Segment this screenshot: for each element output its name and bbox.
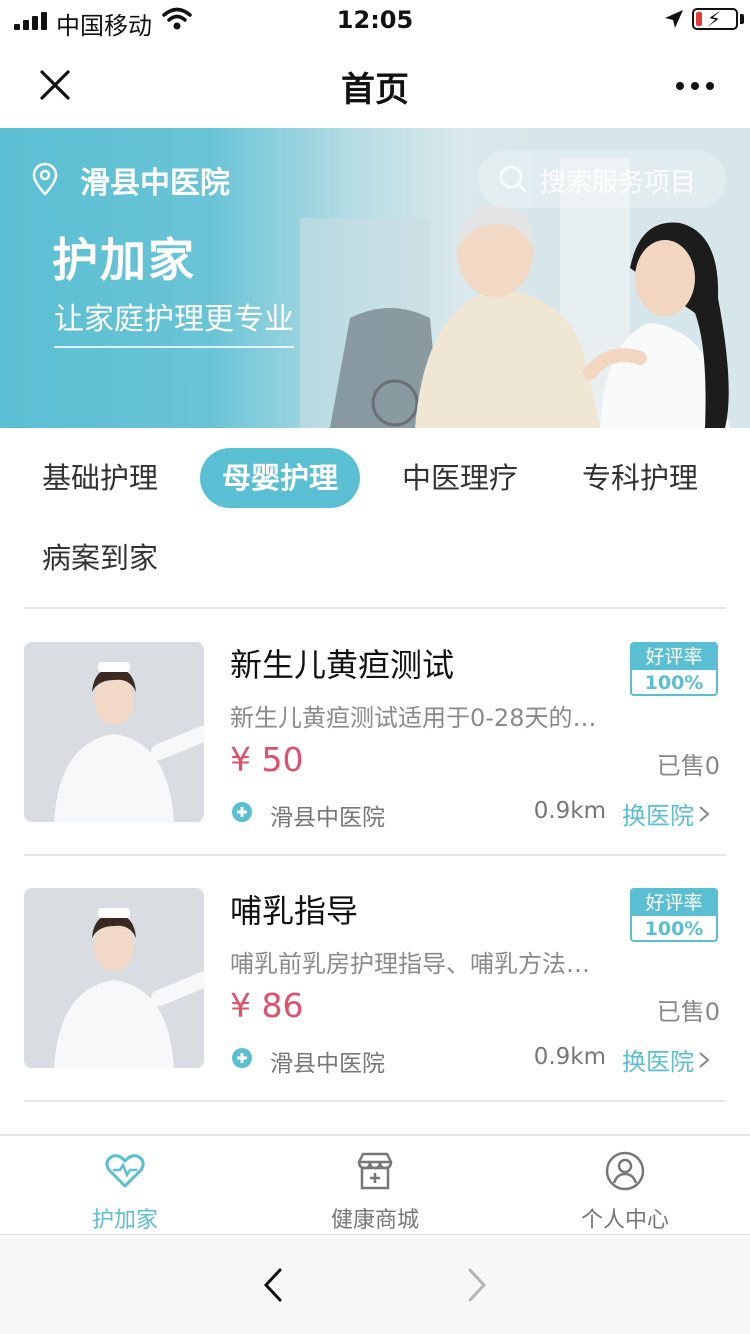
rating-label: 好评率 <box>632 890 716 916</box>
product-distance: 0.9km <box>533 1044 606 1070</box>
switch-hospital-link[interactable]: 换医院 <box>622 1042 694 1077</box>
hospital-name[interactable]: 滑县中医院 <box>80 158 230 202</box>
chevron-right-icon[interactable] <box>698 1051 710 1069</box>
browser-toolbar <box>0 1234 750 1334</box>
product-hospital: 滑县中医院 <box>270 1051 385 1077</box>
category-tabs: 基础护理 母婴护理 中医理疗 专科护理 病案到家 <box>0 428 750 608</box>
tabbar-item-profile[interactable]: 个人中心 <box>500 1136 750 1236</box>
chevron-right-icon[interactable] <box>698 805 710 823</box>
store-icon <box>357 1152 393 1190</box>
product-card[interactable]: 哺乳指导 好评率 100% 哺乳前乳房护理指导、哺乳方法指导 ¥ 86 已售0 … <box>0 888 750 1134</box>
bottom-tab-bar: 护加家 健康商城 个人中心 <box>0 1134 750 1234</box>
divider <box>24 854 726 856</box>
status-bar: 中国移动 12:05 ⚡ <box>0 0 750 40</box>
tab-tcm-therapy[interactable]: 中医理疗 <box>382 448 538 508</box>
battery-tip <box>740 14 744 24</box>
product-sold-count: 已售0 <box>656 752 720 780</box>
back-arrow-icon[interactable] <box>258 1267 290 1303</box>
status-time: 12:05 <box>336 6 414 34</box>
search-icon <box>499 165 527 193</box>
rating-label: 好评率 <box>632 644 716 670</box>
location-pin-icon <box>32 162 58 196</box>
nurse-photo <box>24 642 204 822</box>
rating-badge: 好评率 100% <box>630 642 718 696</box>
product-description: 新生儿黄疸测试适用于0-28天的新生儿 <box>230 704 610 732</box>
heart-icon <box>105 1154 145 1188</box>
tab-case-to-home[interactable]: 病案到家 <box>22 528 178 588</box>
tab-specialty-care[interactable]: 专科护理 <box>562 448 718 508</box>
divider <box>24 607 726 609</box>
product-image <box>24 642 204 822</box>
rating-badge: 好评率 100% <box>630 888 718 942</box>
battery-icon: ⚡ <box>692 7 738 31</box>
switch-hospital-link[interactable]: 换医院 <box>622 796 694 831</box>
tabbar-item-store[interactable]: 健康商城 <box>250 1136 500 1236</box>
product-title: 新生儿黄疸测试 <box>230 646 455 684</box>
hero-banner[interactable]: 滑县中医院 搜索服务项目 护加家 让家庭护理更专业 <box>0 128 750 428</box>
product-card[interactable]: 新生儿黄疸测试 好评率 100% 新生儿黄疸测试适用于0-28天的新生儿 ¥ 5… <box>0 642 750 888</box>
product-title: 哺乳指导 <box>230 892 359 930</box>
forward-arrow-icon[interactable] <box>460 1267 492 1303</box>
product-distance: 0.9km <box>533 798 606 824</box>
product-price: ¥ 50 <box>230 740 304 779</box>
page-title: 首页 <box>341 70 409 110</box>
product-sold-count: 已售0 <box>656 998 720 1026</box>
tabbar-item-home[interactable]: 护加家 <box>0 1136 250 1236</box>
tabbar-label: 护加家 <box>91 1208 158 1233</box>
search-box[interactable]: 搜索服务项目 <box>478 150 726 208</box>
tab-maternal-infant-care[interactable]: 母婴护理 <box>200 448 360 508</box>
brand-subtitle: 让家庭护理更专业 <box>54 302 294 337</box>
rating-value: 100% <box>644 672 704 694</box>
search-placeholder: 搜索服务项目 <box>540 168 697 198</box>
medical-plus-icon <box>232 1048 252 1068</box>
product-description: 哺乳前乳房护理指导、哺乳方法指导 <box>230 950 610 978</box>
nurse-photo <box>24 888 204 1068</box>
medical-plus-icon <box>232 802 252 822</box>
product-hospital: 滑县中医院 <box>270 805 385 831</box>
divider <box>24 1100 726 1102</box>
brand-title: 护加家 <box>52 233 196 287</box>
product-image <box>24 888 204 1068</box>
more-icon[interactable] <box>672 64 718 104</box>
brand-underline <box>54 346 294 348</box>
tab-basic-care[interactable]: 基础护理 <box>22 448 178 508</box>
rating-value: 100% <box>644 918 704 940</box>
tabbar-label: 个人中心 <box>580 1208 669 1233</box>
location-arrow-icon <box>665 10 683 28</box>
product-price: ¥ 86 <box>230 986 304 1025</box>
user-icon <box>605 1151 645 1191</box>
tabbar-label: 健康商城 <box>330 1208 419 1233</box>
navigation-bar: 首页 <box>0 40 750 128</box>
